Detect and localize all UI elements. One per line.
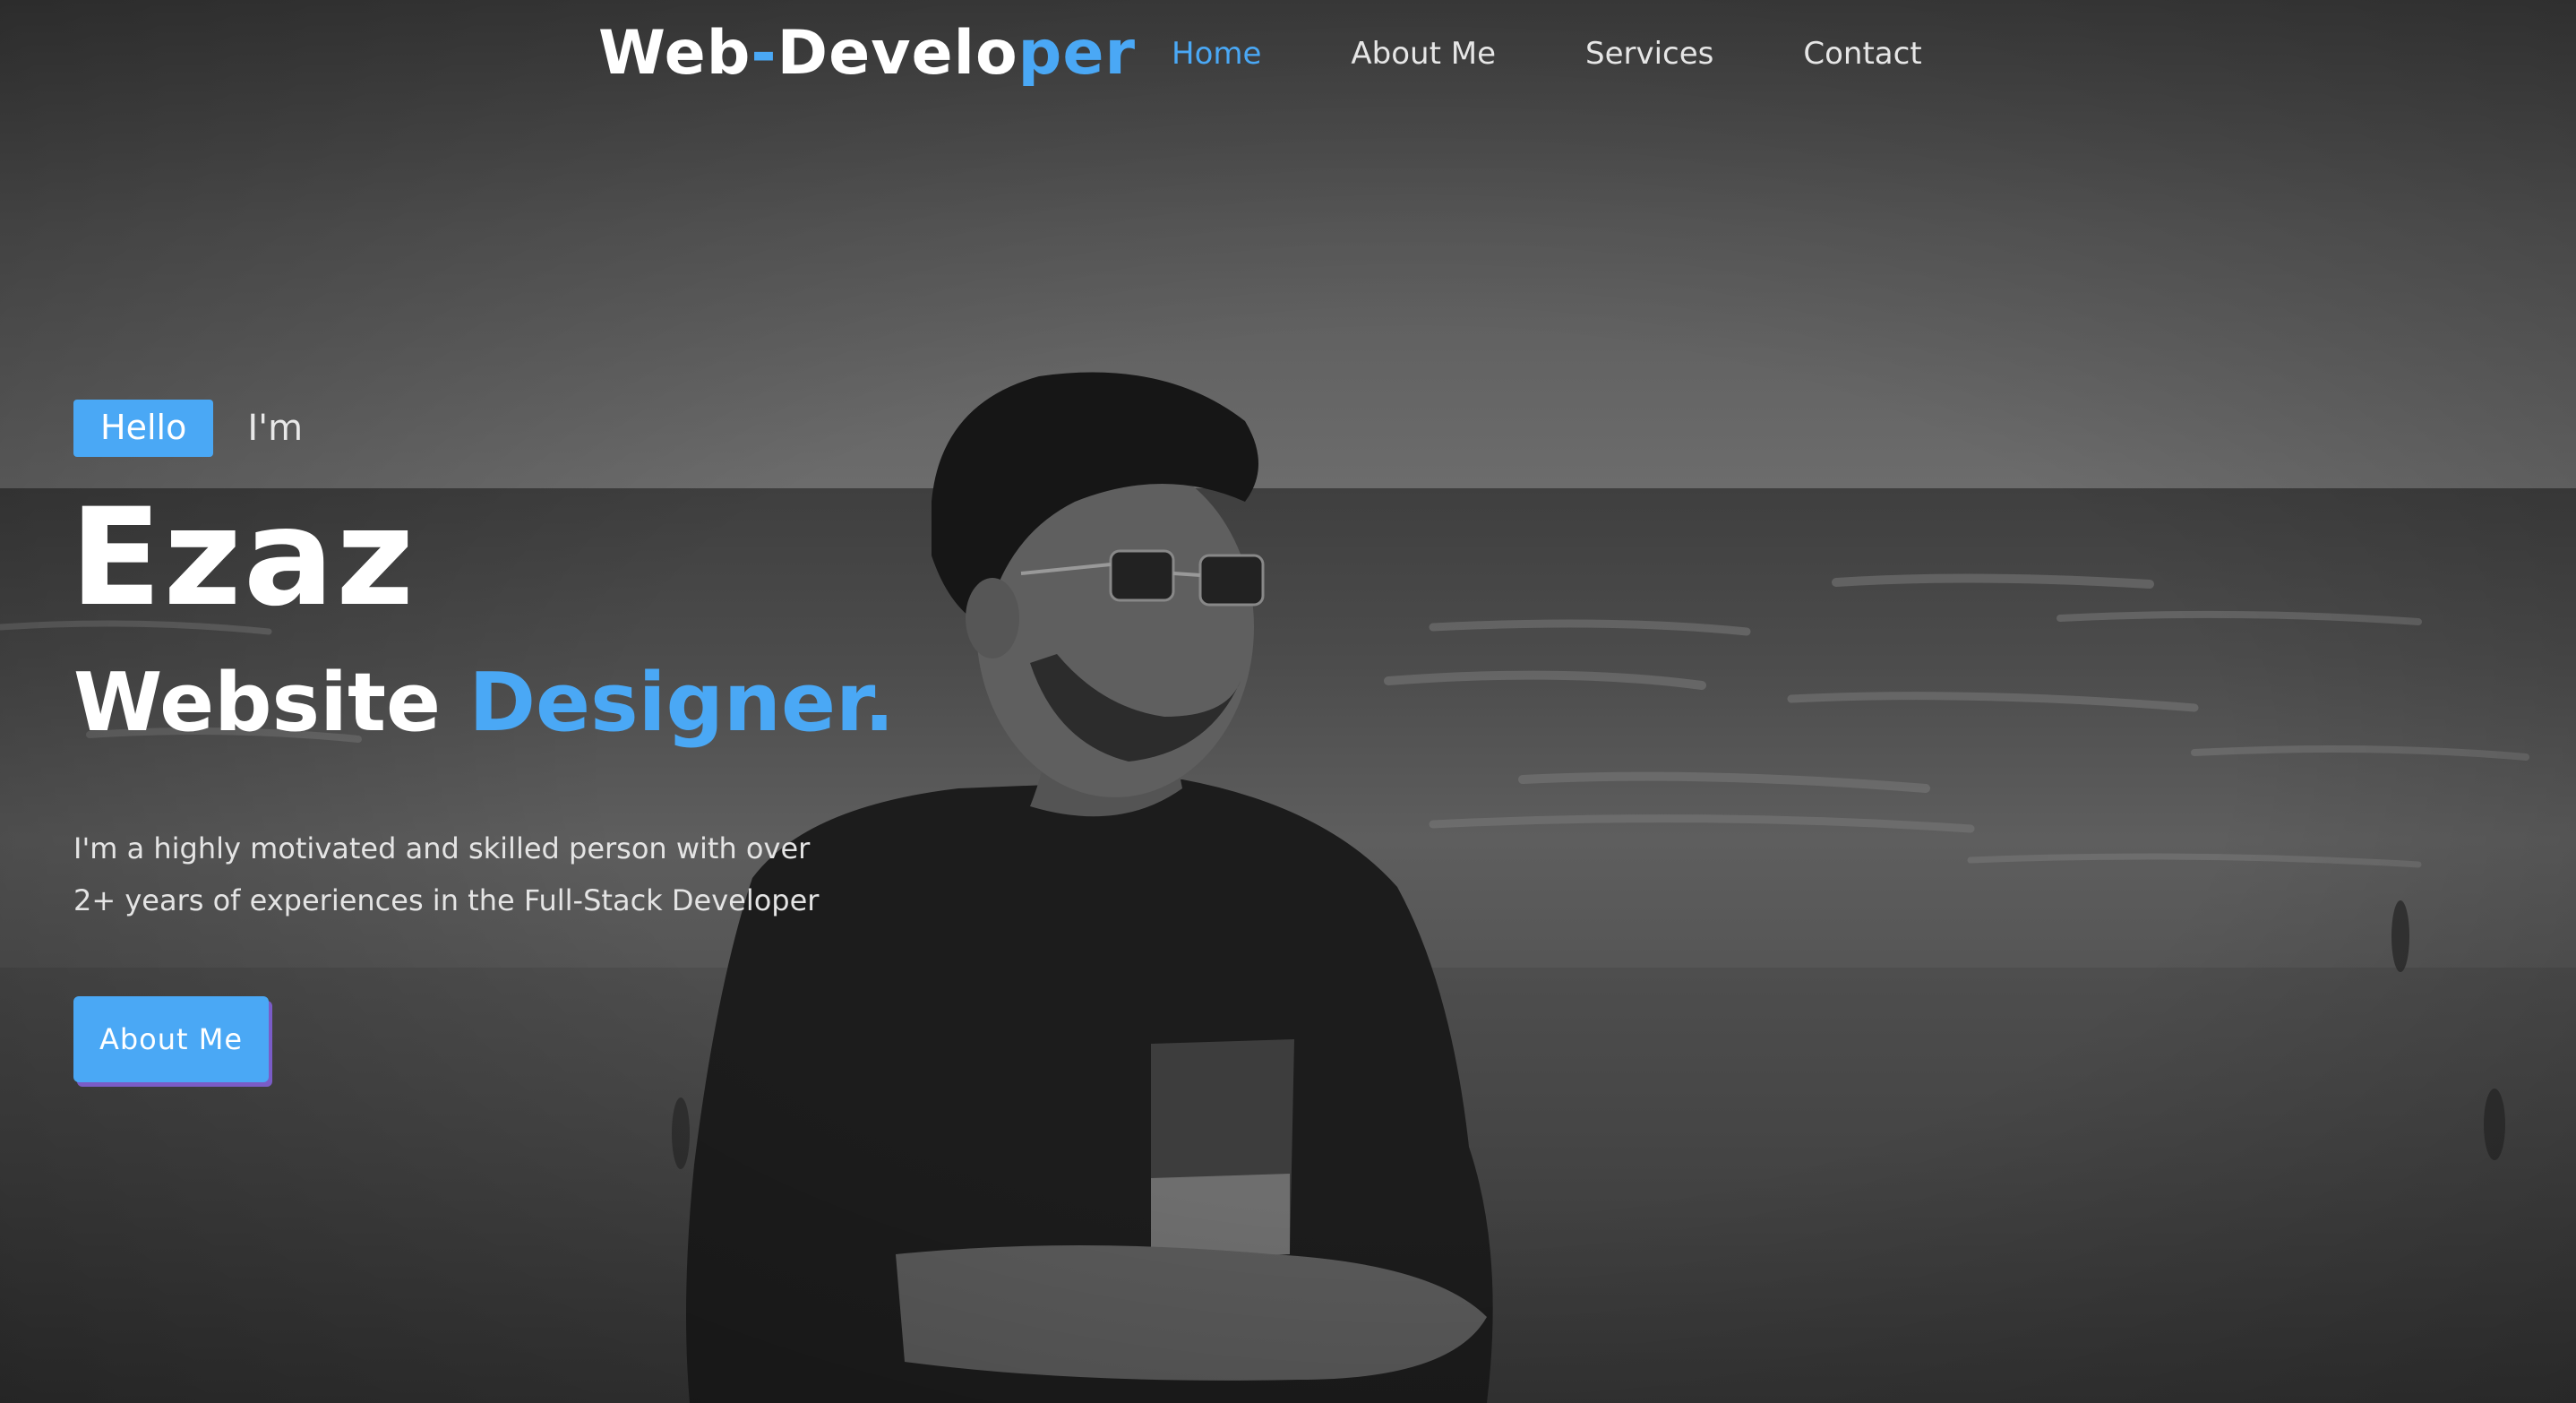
logo-text-web: Web (598, 18, 751, 89)
hero-greeting: Hello I'm (73, 400, 303, 457)
nav-link-home[interactable]: Home (1172, 36, 1261, 72)
nav-link-services[interactable]: Services (1585, 36, 1713, 72)
landing-page: Web-Developer Home About Me Services Con… (0, 0, 2576, 1403)
top-navbar: Web-Developer Home About Me Services Con… (0, 0, 2576, 116)
hero-description-line1: I'm a highly motivated and skilled perso… (73, 831, 811, 865)
im-text: I'm (247, 408, 304, 449)
about-me-button[interactable]: About Me (73, 996, 269, 1082)
nav-link-about-me[interactable]: About Me (1351, 36, 1496, 72)
hero-role-plain: Website (73, 656, 469, 750)
hero-description: I'm a highly motivated and skilled perso… (73, 822, 862, 926)
site-logo[interactable]: Web-Developer (598, 18, 1136, 89)
hero-role-accent: Designer. (468, 656, 895, 750)
hero-name: Ezaz (70, 480, 416, 636)
nav-links: Home About Me Services Contact (1172, 36, 2012, 72)
hero-role: Website Designer. (73, 658, 895, 747)
logo-text-per: per (1018, 18, 1137, 89)
logo-text-develo: Develo (777, 18, 1018, 89)
hello-badge: Hello (73, 400, 214, 457)
hero-description-line2: 2+ years of experiences in the Full-Stac… (73, 883, 820, 917)
nav-link-contact[interactable]: Contact (1803, 36, 1921, 72)
logo-dash: - (751, 18, 777, 89)
